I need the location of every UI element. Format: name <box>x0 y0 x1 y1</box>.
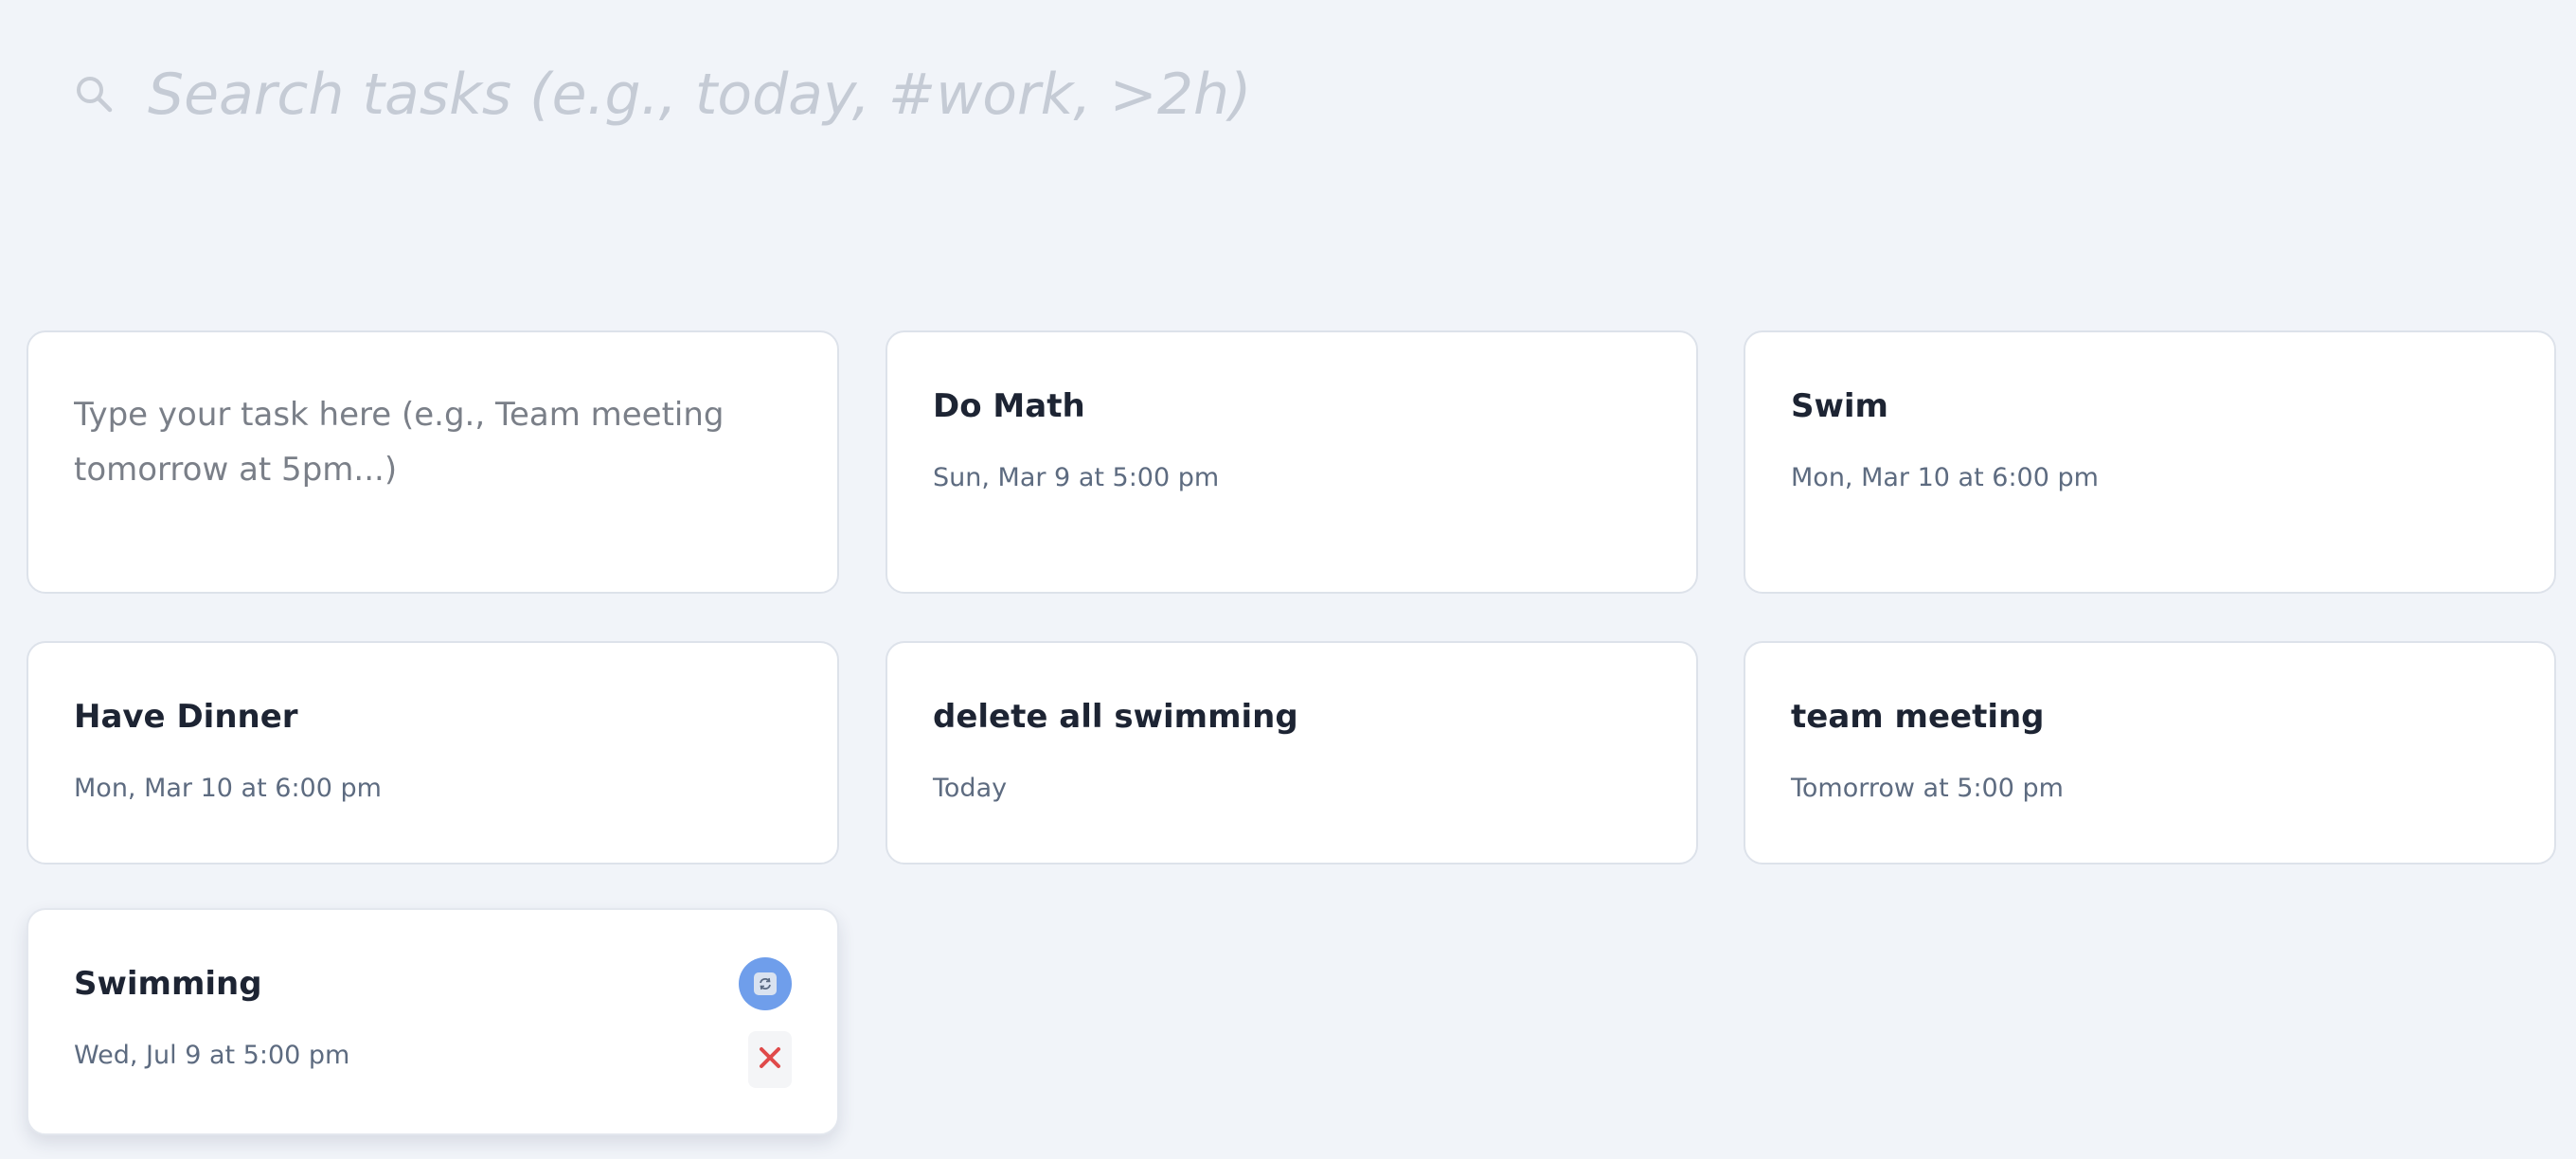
task-card[interactable]: Swim Mon, Mar 10 at 6:00 pm <box>1744 330 2556 594</box>
recurring-button[interactable] <box>739 957 792 1010</box>
task-date: Wed, Jul 9 at 5:00 pm <box>74 1041 350 1070</box>
task-date: Mon, Mar 10 at 6:00 pm <box>1791 463 2099 492</box>
close-icon <box>759 1046 781 1073</box>
task-title: Swim <box>1791 387 1888 425</box>
search-icon <box>70 70 119 119</box>
new-task-input[interactable] <box>74 387 792 529</box>
task-date: Tomorrow at 5:00 pm <box>1791 774 2064 803</box>
task-title: team meeting <box>1791 698 2045 736</box>
delete-button[interactable] <box>748 1031 792 1088</box>
task-title: Do Math <box>933 387 1085 425</box>
task-date: Mon, Mar 10 at 6:00 pm <box>74 774 382 803</box>
task-date: Sun, Mar 9 at 5:00 pm <box>933 463 1220 492</box>
search-input[interactable] <box>148 62 1775 128</box>
task-title: Swimming <box>74 965 262 1003</box>
task-card[interactable]: delete all swimming Today <box>886 641 1698 865</box>
task-card[interactable]: Have Dinner Mon, Mar 10 at 6:00 pm <box>27 641 839 865</box>
recurring-icon <box>754 972 777 995</box>
task-title: Have Dinner <box>74 698 298 736</box>
task-card[interactable]: team meeting Tomorrow at 5:00 pm <box>1744 641 2556 865</box>
task-card[interactable]: Do Math Sun, Mar 9 at 5:00 pm <box>886 330 1698 594</box>
search-bar[interactable] <box>70 49 1775 140</box>
task-date: Today <box>933 774 1008 803</box>
task-title: delete all swimming <box>933 698 1298 736</box>
new-task-card[interactable] <box>27 330 839 594</box>
task-card-selected[interactable]: Swimming Wed, Jul 9 at 5:00 pm <box>27 908 839 1135</box>
